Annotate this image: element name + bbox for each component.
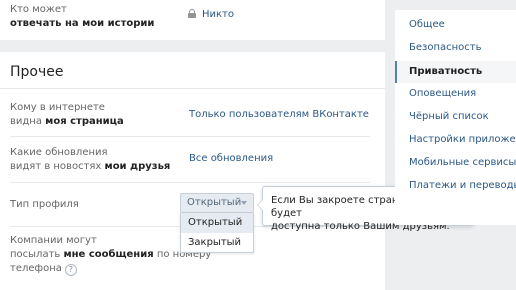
page-visibility-label-line1: Кому в интернете <box>10 102 105 113</box>
company-messages-label-line3-text: телефона <box>10 263 62 274</box>
profile-type-dropdown[interactable]: Открытый <box>180 193 254 213</box>
news-updates-label-line2: видят в новостях мои друзья <box>10 160 170 174</box>
section-gap <box>0 40 385 52</box>
sidebar-item-privacy[interactable]: Приватность <box>395 61 516 83</box>
page-visibility-label: Кому в интернете видна моя страница <box>10 101 124 129</box>
sidebar-item-security[interactable]: Безопасность <box>395 37 516 59</box>
profile-type-label: Тип профиля <box>10 199 79 210</box>
stories-reply-value-text: Никто <box>202 9 235 20</box>
news-updates-label-bold: мои друзья <box>104 161 171 172</box>
stories-reply-label-line1: Кто может <box>10 4 67 15</box>
sidebar-item-payments[interactable]: Платежи и переводы <box>395 175 516 197</box>
profile-type-selected: Открытый <box>187 197 242 208</box>
sidebar-item-blacklist[interactable]: Чёрный список <box>395 106 516 128</box>
company-messages-label-plain: посылать <box>10 249 64 260</box>
stories-reply-row: Кто может отвечать на мои истории Никто <box>10 0 370 40</box>
stories-reply-label-bold: отвечать на мои истории <box>10 18 155 29</box>
page-visibility-value[interactable]: Только пользователям ВКонтакте <box>189 108 369 122</box>
stories-reply-label: Кто может отвечать на мои истории <box>10 3 154 31</box>
company-messages-label-line3: телефона? <box>10 262 211 276</box>
company-messages-label-bold: мне сообщения <box>63 249 154 260</box>
news-updates-label-line1: Какие обновления <box>10 147 108 158</box>
profile-type-option-open[interactable]: Открытый <box>181 213 253 233</box>
settings-sidebar: Общее Безопасность Приватность Оповещени… <box>395 10 516 225</box>
profile-type-option-closed[interactable]: Закрытый <box>181 233 253 253</box>
sidebar-item-notifications[interactable]: Оповещения <box>395 83 516 105</box>
page-visibility-label-bold: моя страница <box>45 116 124 127</box>
profile-type-menu: Открытый Закрытый <box>180 213 254 253</box>
sidebar-item-general[interactable]: Общее <box>395 14 516 36</box>
question-icon[interactable]: ? <box>64 264 77 276</box>
stories-reply-value[interactable]: Никто <box>188 8 234 22</box>
section-title: Прочее <box>10 64 64 80</box>
page-visibility-label-plain: видна <box>10 116 46 127</box>
sidebar-item-mobile[interactable]: Мобильные сервисы <box>395 152 516 174</box>
row-divider <box>10 182 370 183</box>
section-divider <box>0 88 385 89</box>
news-updates-label: Какие обновления видят в новостях мои др… <box>10 146 170 174</box>
news-updates-label-plain: видят в новостях <box>10 161 105 172</box>
page-visibility-label-line2: видна моя страница <box>10 115 124 129</box>
row-divider <box>10 136 370 137</box>
lock-icon <box>188 9 196 18</box>
stories-reply-label-line2: отвечать на мои истории <box>10 17 154 31</box>
news-updates-value[interactable]: Все обновления <box>189 152 273 166</box>
chevron-down-icon <box>241 201 247 205</box>
sidebar-item-apps[interactable]: Настройки приложений <box>395 129 516 151</box>
